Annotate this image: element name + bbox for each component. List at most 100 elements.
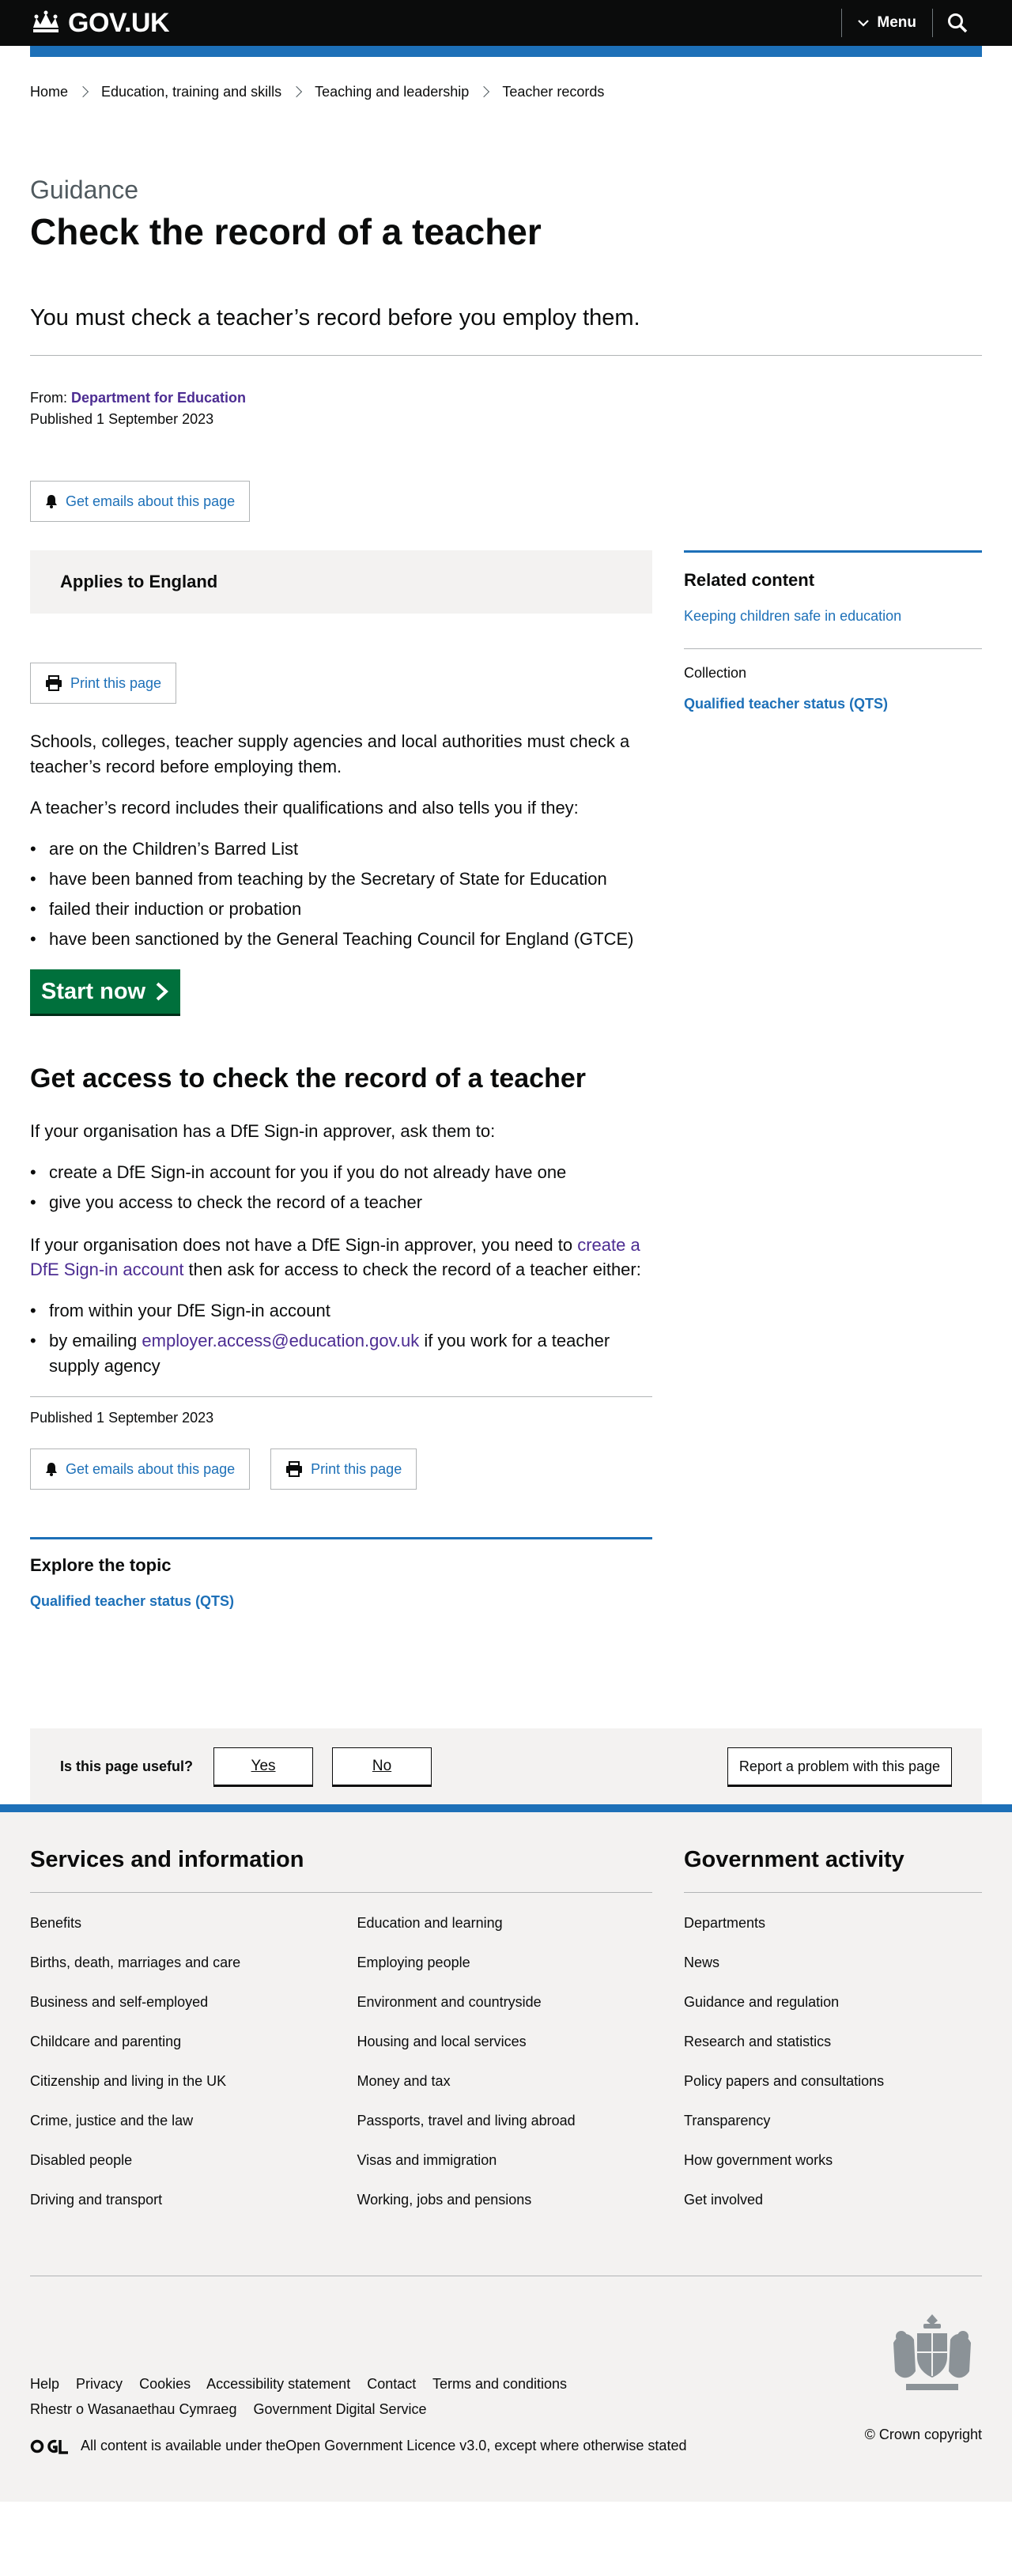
list-item: create a DfE Sign-in account for you if … — [30, 1160, 652, 1185]
logo-text: GOV.UK — [68, 7, 170, 38]
footer-link[interactable]: How government works — [684, 2151, 982, 2190]
footer-link[interactable]: Environment and countryside — [357, 1992, 653, 2032]
cookies-link[interactable]: Cookies — [139, 2376, 191, 2392]
footer-link[interactable]: Employing people — [357, 1953, 653, 1992]
ogl-logo-icon — [30, 2439, 68, 2454]
accessibility-link[interactable]: Accessibility statement — [206, 2376, 350, 2392]
bottom-actions: Get emails about this page Print this pa… — [30, 1449, 652, 1490]
footer-link[interactable]: Disabled people — [30, 2151, 326, 2190]
footer-link[interactable]: News — [684, 1953, 982, 1992]
footer-link[interactable]: Passports, travel and living abroad — [357, 2111, 653, 2151]
royal-coat-of-arms-icon — [893, 2314, 971, 2391]
search-button[interactable] — [933, 13, 982, 33]
collection-qts-link[interactable]: Qualified teacher status (QTS) — [684, 696, 888, 712]
contact-link[interactable]: Contact — [367, 2376, 416, 2392]
no-approver-paragraph: If your organisation does not have a DfE… — [30, 1233, 652, 1283]
get-emails-button[interactable]: Get emails about this page — [30, 481, 251, 523]
crown-copyright-link[interactable]: © Crown copyright — [865, 2427, 982, 2443]
breadcrumb: Home Education, training and skills Teac… — [30, 57, 982, 103]
site-header: GOV.UK Menu — [0, 0, 1012, 57]
print-wrap: Print this page — [30, 663, 652, 704]
site-footer: Services and information Benefits Educat… — [0, 1804, 1012, 2502]
breadcrumb-chevron-icon — [291, 85, 303, 98]
applies-to-panel: Applies to England — [30, 550, 652, 614]
from-org-link[interactable]: Department for Education — [71, 390, 246, 406]
get-emails-label: Get emails about this page — [66, 493, 236, 509]
list-item: are on the Children’s Barred List — [30, 837, 652, 862]
breadcrumb-chevron-icon — [478, 85, 490, 98]
section-heading: Get access to check the record of a teac… — [30, 1063, 586, 1093]
crest-block: © Crown copyright — [848, 2308, 982, 2454]
content-layout: Applies to England Print this page Schoo… — [30, 550, 982, 1610]
footer-link[interactable]: Departments — [684, 1913, 982, 1953]
list-item: have been sanctioned by the General Teac… — [30, 927, 652, 952]
related-title: Related content — [684, 570, 815, 591]
explore-title: Explore the topic — [30, 1555, 172, 1576]
bell-icon — [45, 494, 58, 509]
page-title: Check the record of a teacher — [30, 211, 542, 252]
record-includes-paragraph: A teacher’s record includes their qualif… — [30, 798, 579, 818]
footer-link[interactable]: Citizenship and living in the UK — [30, 2072, 326, 2111]
footer-link[interactable]: Visas and immigration — [357, 2151, 653, 2190]
header-blue-bar — [30, 46, 982, 57]
footer-link[interactable]: Crime, justice and the law — [30, 2111, 326, 2151]
published-date: Published 1 September 2023 — [30, 411, 214, 428]
applies-to-label: Applies to England — [60, 572, 218, 592]
help-link[interactable]: Help — [30, 2376, 59, 2392]
footer-link[interactable]: Driving and transport — [30, 2190, 326, 2230]
page-content: Home Education, training and skills Teac… — [30, 57, 982, 1805]
footer-link[interactable]: Benefits — [30, 1913, 326, 1953]
main-column: Applies to England Print this page Schoo… — [30, 550, 652, 1610]
sidebar: Related content Keeping children safe in… — [684, 550, 982, 1610]
report-label: Report a problem with this page — [738, 1758, 940, 1774]
footer-link[interactable]: Business and self-employed — [30, 1992, 326, 2032]
footer-link[interactable]: Working, jobs and pensions — [357, 2190, 653, 2230]
footer-link[interactable]: Get involved — [684, 2190, 982, 2230]
breadcrumb-education[interactable]: Education, training and skills — [101, 84, 281, 100]
government-title: Government activity — [684, 1847, 982, 1894]
ogl-link[interactable]: Open Government Licence v3.0 — [285, 2438, 486, 2454]
text: If your organisation does not have a DfE… — [30, 1234, 578, 1255]
footer-link[interactable]: Childcare and parenting — [30, 2032, 326, 2072]
terms-link[interactable]: Terms and conditions — [432, 2376, 567, 2392]
get-emails-button-bottom[interactable]: Get emails about this page — [30, 1449, 251, 1490]
breadcrumb-teaching[interactable]: Teaching and leadership — [315, 84, 469, 100]
printer-icon — [45, 675, 62, 692]
footer-link[interactable]: Research and statistics — [684, 2032, 982, 2072]
print-button[interactable]: Print this page — [30, 663, 177, 704]
gds-link[interactable]: Government Digital Service — [253, 2401, 426, 2417]
related-link-kcsie[interactable]: Keeping children safe in education — [684, 608, 901, 625]
start-now-button[interactable]: Start now — [30, 969, 181, 1014]
bell-icon — [45, 1462, 58, 1477]
footer-link[interactable]: Policy papers and consultations — [684, 2072, 982, 2111]
footer-link[interactable]: Guidance and regulation — [684, 1992, 982, 2032]
feedback-question: Is this page useful? — [60, 1758, 194, 1774]
footer-link[interactable]: Transparency — [684, 2111, 982, 2151]
menu-button[interactable]: Menu — [842, 14, 932, 32]
services-column: Services and information Benefits Educat… — [30, 1847, 652, 2230]
footer-link[interactable]: Births, death, marriages and care — [30, 1953, 326, 1992]
privacy-link[interactable]: Privacy — [76, 2376, 123, 2392]
printer-icon — [285, 1461, 303, 1478]
email-link[interactable]: employer.access@education.gov.uk — [142, 1331, 419, 1350]
yes-label: Yes — [251, 1758, 276, 1775]
feedback-yes-button[interactable]: Yes — [213, 1747, 314, 1786]
footer-link[interactable]: Money and tax — [357, 2072, 653, 2111]
print-button-bottom[interactable]: Print this page — [270, 1449, 417, 1490]
footer-link[interactable]: Education and learning — [357, 1913, 653, 1953]
start-now-label: Start now — [41, 978, 146, 1004]
footer-meta-links: Help Privacy Cookies Accessibility state… — [30, 2371, 848, 2422]
page-lead: You must check a teacher’s record before… — [30, 304, 640, 330]
footer-meta: Help Privacy Cookies Accessibility state… — [30, 2308, 848, 2454]
report-problem-button[interactable]: Report a problem with this page — [727, 1747, 952, 1786]
breadcrumb-home[interactable]: Home — [30, 84, 68, 100]
govuk-logo-link[interactable]: GOV.UK — [30, 7, 170, 39]
print-label: Print this page — [70, 674, 162, 691]
breadcrumb-teacher-records[interactable]: Teacher records — [502, 84, 604, 100]
welsh-services-link[interactable]: Rhestr o Wasanaethau Cymraeg — [30, 2401, 236, 2417]
feedback-no-button[interactable]: No — [332, 1747, 432, 1786]
explore-qts-link[interactable]: Qualified teacher status (QTS) — [30, 1593, 234, 1610]
footer-link[interactable]: Housing and local services — [357, 2032, 653, 2072]
services-title: Services and information — [30, 1847, 652, 1894]
text: then ask for access to check the record … — [183, 1260, 641, 1280]
